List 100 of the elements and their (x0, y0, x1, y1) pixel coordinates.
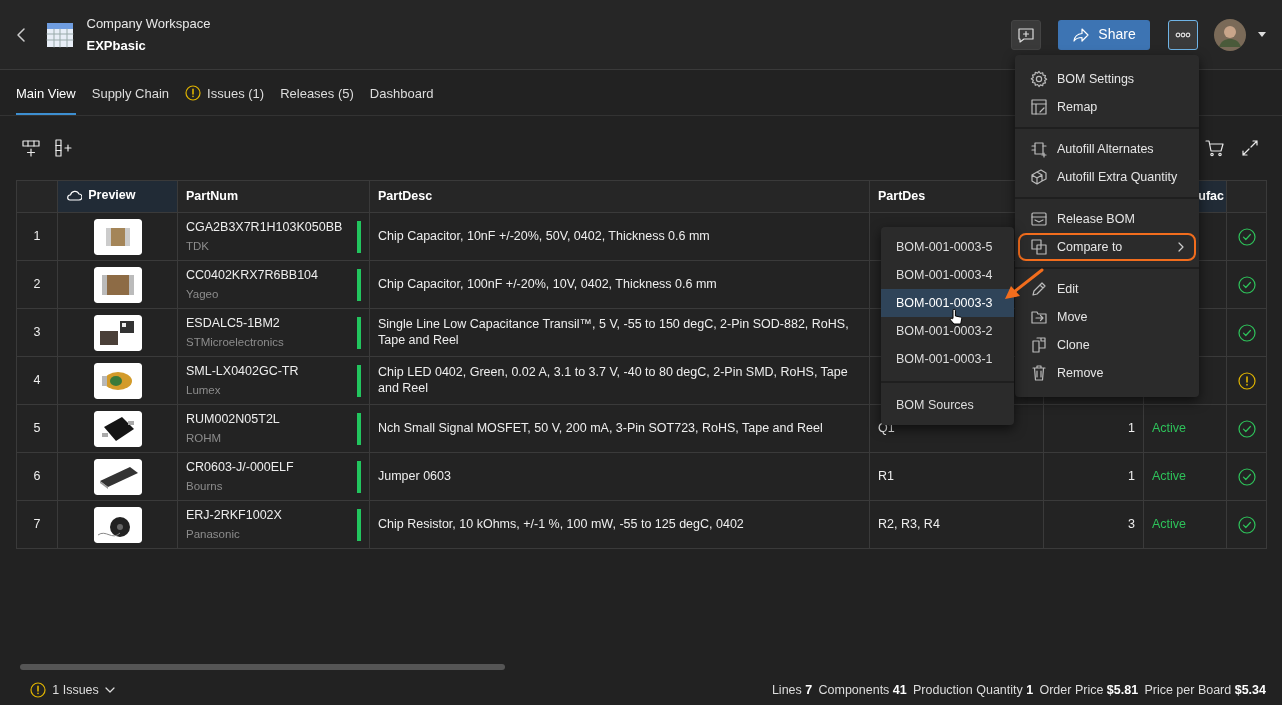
issues-button[interactable]: 1 Issues (30, 680, 116, 700)
manufacturer: Panasonic (186, 527, 241, 542)
scrollbar[interactable] (20, 664, 505, 670)
lifecycle-status: Active (1152, 420, 1187, 435)
workspace-name: Company Workspace (86, 15, 211, 33)
project-name: EXPbasic (86, 36, 147, 55)
menu-item[interactable]: Edit (1018, 275, 1196, 303)
avatar[interactable] (1214, 18, 1246, 51)
table-icon (46, 21, 74, 48)
status-bar (357, 268, 361, 301)
menu-item[interactable]: Release BOM (1018, 205, 1196, 233)
add-column-icon[interactable] (54, 139, 72, 157)
part-description: Chip Resistor, 10 kOhms, +/-1 %, 100 mW, -55 to 125 degC, 0402 (378, 516, 744, 531)
status-bar (357, 364, 361, 397)
chevron-down-icon (105, 687, 116, 693)
row-number: 5 (33, 420, 41, 435)
menu-item[interactable]: BOM Settings (1018, 65, 1196, 93)
menu-item[interactable]: Compare to (1018, 233, 1196, 261)
row-number: 3 (33, 324, 41, 339)
row-number: 2 (33, 276, 41, 291)
summary-stat: Components 41 (818, 681, 907, 699)
chip-plus-icon (1030, 140, 1048, 158)
submenu-item[interactable]: BOM-001-0003-3 (881, 289, 1014, 317)
menu-item[interactable]: Remap (1018, 93, 1196, 121)
status-bar (357, 220, 361, 253)
manufacturer: Lumex (186, 383, 222, 398)
comment-button[interactable] (1011, 19, 1041, 50)
tab[interactable]: Dashboard (369, 83, 434, 115)
column-header[interactable]: PartDesc (378, 189, 433, 204)
settings-icon (1030, 70, 1048, 88)
summary-stat: Production Quantity 1 (913, 681, 1034, 699)
copy-icon (1030, 336, 1048, 354)
tray-icon (1030, 210, 1048, 228)
row-number: 1 (33, 228, 41, 243)
hand-cursor-icon (949, 308, 963, 326)
manufacturer: Yageo (186, 287, 220, 302)
part-description: Nch Small Signal MOSFET, 50 V, 200 mA, 3-Pin SOT723, RoHS, Tape and Reel (378, 420, 823, 435)
row-number: 6 (33, 468, 41, 483)
status-bar (357, 460, 361, 493)
tab[interactable]: Supply Chain (91, 83, 170, 115)
lifecycle-status: Active (1152, 468, 1187, 483)
add-row-icon[interactable] (22, 139, 40, 157)
share-button[interactable]: Share (1058, 19, 1150, 50)
column-header[interactable]: PartDes (878, 189, 926, 204)
manufacturer: TDK (186, 239, 210, 254)
trash-icon (1030, 364, 1048, 382)
tab[interactable]: Main View (16, 83, 76, 115)
menu-item[interactable]: Autofill Extra Quantity (1018, 163, 1196, 191)
table-edit-icon (1030, 98, 1048, 116)
quantity: 1 (1128, 420, 1135, 435)
caret-icon[interactable] (1258, 31, 1266, 38)
manufacturer: STMicroelectronics (186, 335, 284, 350)
menu-item[interactable]: Move (1018, 303, 1196, 331)
status-bar (357, 316, 361, 349)
submenu-item[interactable]: BOM-001-0003-4 (881, 261, 1014, 289)
share-icon (1072, 26, 1091, 43)
folder-arrow-icon (1030, 308, 1048, 326)
part-number: ERJ-2RKF1002X (186, 507, 282, 524)
part-description: Chip LED 0402, Green, 0.02 A, 3.1 to 3.7 V, -40 to 80 degC, 2-Pin SMD, RoHS, Tape and Reel (378, 364, 848, 395)
more-icon (1175, 31, 1191, 38)
overlap-squares-icon (1030, 238, 1048, 256)
part-number: CC0402KRX7R6BB104 (186, 267, 319, 284)
pencil-icon (1030, 280, 1048, 298)
tab[interactable]: Releases (5) (280, 83, 354, 115)
menu-item[interactable]: Clone (1018, 331, 1196, 359)
cubes-icon (1030, 168, 1048, 186)
warning-icon (30, 682, 46, 698)
lifecycle-status: Active (1152, 516, 1187, 531)
part-number: RUM002N05T2L (186, 411, 280, 428)
part-description: Jumper 0603 (378, 468, 451, 483)
cart-icon[interactable] (1205, 139, 1225, 157)
back-icon[interactable] (16, 26, 26, 43)
quantity: 3 (1128, 516, 1135, 531)
designators: R2, R3, R4 (878, 516, 940, 531)
part-description: Chip Capacitor, 100nF +/-20%, 10V, 0402, Thickness 0.6 mm (378, 276, 717, 291)
summary-stat: Lines 7 (771, 681, 813, 699)
comment-plus-icon (1017, 26, 1035, 43)
designators: R1 (878, 468, 894, 483)
part-number: CGA2B3X7R1H103K050BB (186, 219, 343, 236)
summary-stat: Price per Board $5.34 (1144, 681, 1266, 699)
summary-stat: Order Price $5.81 (1039, 681, 1139, 699)
more-button[interactable] (1168, 19, 1198, 50)
menu-item[interactable]: Remove (1018, 359, 1196, 387)
expand-icon[interactable] (1242, 140, 1258, 156)
part-description: Chip Capacitor, 10nF +/-20%, 50V, 0402, Thickness 0.6 mm (378, 228, 710, 243)
cloud-icon (66, 189, 82, 202)
column-header[interactable]: PartNum (186, 189, 239, 204)
submenu-item[interactable]: BOM-001-0003-1 (881, 345, 1014, 373)
manufacturer: ROHM (186, 431, 223, 446)
menu-item[interactable]: Autofill Alternates (1018, 135, 1196, 163)
submenu-item[interactable]: BOM Sources (881, 391, 1014, 419)
quantity: 1 (1128, 468, 1135, 483)
row-number: 4 (33, 372, 41, 387)
tab[interactable]: Issues (1) (185, 83, 265, 115)
part-number: CR0603-J/-000ELF (186, 459, 294, 476)
status-bar (357, 508, 361, 541)
column-header[interactable]: ufac (1198, 189, 1224, 204)
status-bar (357, 412, 361, 445)
part-number: ESDALC5-1BM2 (186, 315, 281, 332)
manufacturer: Bourns (186, 479, 224, 494)
